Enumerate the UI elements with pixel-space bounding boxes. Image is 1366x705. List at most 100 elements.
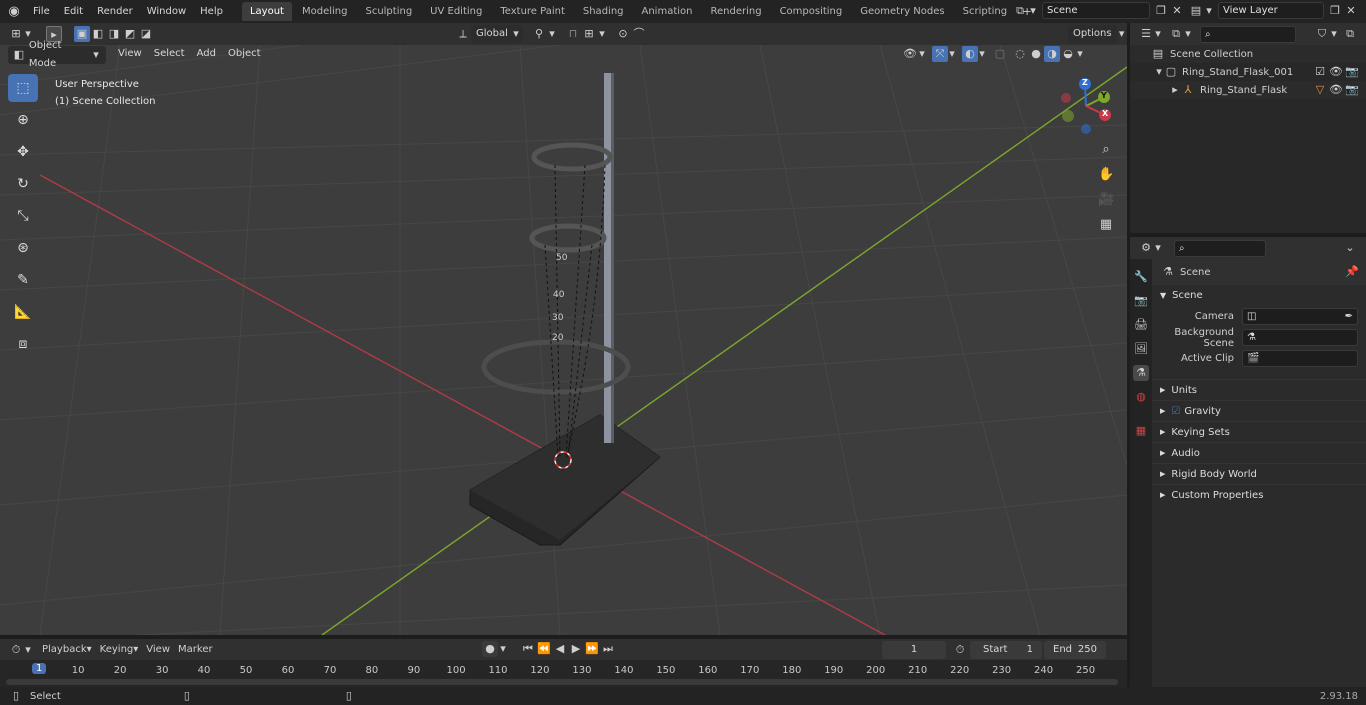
texture-tab-icon[interactable]: ▦ [1133,423,1149,439]
close-icon[interactable]: ✕ [1169,3,1185,19]
close-icon[interactable]: ✕ [1343,3,1359,19]
eyedropper-icon[interactable]: ✒ [1345,309,1353,324]
view-layer-tab-icon[interactable]: 🖼 [1133,341,1149,357]
playhead[interactable]: 1 [32,663,47,674]
checkbox-icon[interactable]: ☑ [1312,64,1328,80]
tab-geometry-nodes[interactable]: Geometry Nodes [852,2,952,21]
viewport-menu-add[interactable]: Add [191,44,222,67]
pan-hand-icon[interactable]: ✋ [1098,167,1114,183]
constraint-icon[interactable]: ▽ [1312,82,1328,98]
play-reverse-icon[interactable]: ◀ [552,641,568,657]
tool-tab-icon[interactable]: 🔧 [1133,269,1149,285]
jump-end-icon[interactable]: ⏭ [600,641,616,657]
rendered-shading-icon[interactable]: ◒ [1060,46,1076,62]
camera-field[interactable]: ◫ ✒ [1242,308,1358,325]
navigation-gizmo[interactable]: Z Y X [1058,76,1116,134]
tab-texture-paint[interactable]: Texture Paint [492,2,573,21]
eye-icon[interactable]: 👁 [1328,82,1344,98]
outliner-row-ring-stand[interactable]: ▸ ⅄ Ring_Stand_Flask ▽ 👁 📷 [1130,81,1366,99]
expand-arrow-icon[interactable]: ▾ [1154,64,1164,80]
menu-edit[interactable]: Edit [57,0,90,23]
tab-shading[interactable]: Shading [575,2,632,21]
timeline-menu-view[interactable]: View [146,644,170,655]
gizmo-toggle-icon[interactable]: ⤧ [932,46,948,62]
proportional-falloff-icon[interactable]: ⌒ [631,26,647,42]
start-frame-field[interactable]: Start 1 [970,641,1042,659]
scene-name-field[interactable]: Scene [1042,2,1150,19]
overlays-toggle-icon[interactable]: ◐ [962,46,978,62]
section-units[interactable]: ▶ Units [1152,379,1366,400]
camera-icon[interactable]: 📷 [1344,82,1360,98]
viewport-menu-select[interactable]: Select [148,44,191,67]
world-tab-icon[interactable]: ◍ [1133,389,1149,405]
selection-mode-intersect-icon[interactable]: ◪ [138,26,154,42]
selection-mode-invert-icon[interactable]: ◩ [122,26,138,42]
scene-tab-icon[interactable]: ⚗ [1133,365,1149,381]
scene-icon[interactable]: ⧉ [1012,3,1028,19]
tab-scripting[interactable]: Scripting [955,2,1015,21]
section-custom-properties[interactable]: ▶ Custom Properties [1152,484,1366,505]
solid-shading-icon[interactable]: ● [1028,46,1044,62]
properties-search-input[interactable]: ⌕ [1174,239,1266,257]
pivot-point-icon[interactable]: ⚲ [531,26,547,42]
timeline-area[interactable]: 1 10 20 30 40 50 60 70 80 90 100 110 120 130 140 150 160… [0,660,1127,687]
section-rigid-body-world[interactable]: ▶ Rigid Body World [1152,463,1366,484]
cursor-tool-icon[interactable]: ⊕ [8,106,38,134]
annotate-tool-icon[interactable]: ✎ [8,266,38,294]
selection-mode-subtract-icon[interactable]: ◨ [106,26,122,42]
current-frame-field[interactable]: 1 [882,641,946,659]
editor-type-icon[interactable]: ⚙ [1138,240,1154,256]
tab-compositing[interactable]: Compositing [772,2,851,21]
snap-icon[interactable]: ⊓ [565,26,581,42]
blender-logo-icon[interactable]: ◉ [6,4,22,20]
section-gravity[interactable]: ▶ ☑ Gravity [1152,400,1366,421]
chevron-down-icon[interactable]: ⌄ [1342,240,1358,256]
menu-help[interactable]: Help [193,0,230,23]
filter-icon[interactable]: ⛉ [1314,26,1330,42]
scale-tool-icon[interactable]: ⤡ [8,202,38,230]
tab-uv-editing[interactable]: UV Editing [422,2,490,21]
selection-mode-extend-icon[interactable]: ◧ [90,26,106,42]
options-dropdown[interactable]: Options [1068,25,1117,43]
camera-view-icon[interactable]: 🎥 [1098,192,1114,208]
eye-icon[interactable]: 👁 [1328,64,1344,80]
record-icon[interactable]: ● [482,641,498,657]
output-tab-icon[interactable]: 🖨 [1133,317,1149,333]
play-icon[interactable]: ▶ [568,641,584,657]
scene-panel-header[interactable]: ▼ Scene [1152,285,1366,306]
end-frame-field[interactable]: End 250 [1044,641,1106,659]
new-view-layer-icon[interactable]: ❐ [1327,3,1343,19]
background-scene-field[interactable]: ⚗ [1242,329,1358,346]
viewport-menu-view[interactable]: View [112,44,148,67]
outliner-row-ring-stand-001[interactable]: ▾ ▢ Ring_Stand_Flask_001 ☑ 👁 📷 [1130,63,1366,81]
move-tool-icon[interactable]: ✥ [8,138,38,166]
tab-rendering[interactable]: Rendering [702,2,769,21]
timeline-menu-playback[interactable]: Playback ▾ [42,644,92,655]
jump-keyframe-forward-icon[interactable]: ⏩ [584,641,600,657]
tab-sculpting[interactable]: Sculpting [357,2,420,21]
proportional-editing-icon[interactable]: ⊙ [615,26,631,42]
xray-toggle-icon[interactable]: ▢ [992,46,1008,62]
menu-file[interactable]: File [26,0,57,23]
editor-type-icon[interactable]: ⊞ [8,26,24,42]
tab-modeling[interactable]: Modeling [294,2,356,21]
measure-tool-icon[interactable]: 📐 [8,298,38,326]
tab-animation[interactable]: Animation [634,2,701,21]
render-tab-icon[interactable]: 📷 [1133,293,1149,309]
zoom-icon[interactable]: ⌕ [1098,142,1114,158]
transform-tool-icon[interactable]: ⊛ [8,234,38,262]
select-box-tool-icon[interactable]: ⬚ [8,74,38,102]
snap-target-icon[interactable]: ⊞ [581,26,597,42]
viewport-menu-object[interactable]: Object [222,44,267,67]
section-audio[interactable]: ▶ Audio [1152,442,1366,463]
outliner-search-input[interactable]: ⌕ [1200,25,1296,43]
mode-dropdown[interactable]: ◧ Object Mode ▾ [8,40,106,69]
gravity-checkbox[interactable]: ☑ [1171,406,1180,417]
wireframe-shading-icon[interactable]: ◌ [1012,46,1028,62]
ortho-grid-icon[interactable]: ▦ [1098,217,1114,233]
timeline-menu-keying[interactable]: Keying ▾ [100,644,139,655]
jump-start-icon[interactable]: ⏮ [520,641,536,657]
view-layer-icon[interactable]: ▤ [1188,3,1204,19]
editor-type-icon[interactable]: ⏱ [8,642,24,658]
outliner-row-scene-collection[interactable]: ▤ Scene Collection [1130,45,1366,63]
